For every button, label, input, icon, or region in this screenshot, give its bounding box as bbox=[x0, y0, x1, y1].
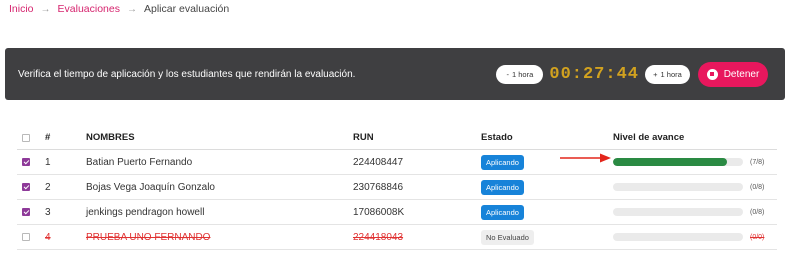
status-badge: No Evaluado bbox=[481, 229, 534, 245]
minus-icon: - bbox=[506, 69, 509, 79]
row-checkbox[interactable] bbox=[22, 158, 30, 166]
banner-instructions: Verifica el tiempo de aplicación y los e… bbox=[18, 68, 356, 80]
row-checkbox[interactable] bbox=[22, 183, 30, 191]
time-control-banner: Verifica el tiempo de aplicación y los e… bbox=[5, 48, 785, 100]
table-row: 2 Bojas Vega Joaquín Gonzalo 230768846 A… bbox=[17, 175, 777, 200]
student-run: 230768846 bbox=[353, 181, 404, 193]
header-number: # bbox=[45, 132, 51, 143]
progress-bar bbox=[613, 183, 743, 191]
breadcrumb-evaluaciones[interactable]: Evaluaciones bbox=[58, 3, 120, 15]
minus-hour-label: 1 hora bbox=[511, 69, 534, 79]
plus-hour-button[interactable]: + 1 hora bbox=[645, 64, 690, 84]
row-number: 4 bbox=[45, 231, 51, 243]
plus-hour-label: 1 hora bbox=[660, 69, 682, 79]
select-all-checkbox[interactable] bbox=[22, 133, 30, 142]
row-checkbox[interactable] bbox=[22, 233, 30, 241]
progress-bar bbox=[613, 208, 743, 216]
header-run: RUN bbox=[353, 132, 374, 143]
student-run: 224418043 bbox=[353, 231, 404, 243]
student-name: jenkings pendragon howell bbox=[86, 206, 205, 218]
progress-bar bbox=[613, 233, 743, 241]
plus-icon: + bbox=[653, 69, 658, 79]
status-badge: Aplicando bbox=[481, 154, 524, 170]
annotation-arrow-icon bbox=[560, 153, 611, 163]
table-row: 3 jenkings pendragon howell 17086008K Ap… bbox=[17, 200, 777, 225]
progress-label: (0/8) bbox=[750, 183, 765, 191]
breadcrumb: Inicio → Evaluaciones → Aplicar evaluaci… bbox=[9, 3, 229, 15]
student-run: 17086008K bbox=[353, 206, 405, 218]
row-checkbox[interactable] bbox=[22, 208, 30, 216]
progress-label: (7/8) bbox=[750, 158, 765, 166]
breadcrumb-current: Aplicar evaluación bbox=[143, 3, 230, 15]
row-number: 1 bbox=[45, 156, 51, 168]
stop-button[interactable]: Detener bbox=[698, 61, 768, 87]
table-row: 1 Batian Puerto Fernando 224408447 Aplic… bbox=[17, 150, 777, 175]
student-name: Bojas Vega Joaquín Gonzalo bbox=[86, 181, 215, 193]
status-badge: Aplicando bbox=[481, 204, 524, 220]
header-status: Estado bbox=[481, 132, 513, 143]
breadcrumb-separator-icon: → bbox=[40, 3, 51, 15]
progress-bar bbox=[613, 158, 743, 166]
breadcrumb-inicio[interactable]: Inicio bbox=[9, 3, 34, 15]
minus-hour-button[interactable]: - 1 hora bbox=[496, 64, 544, 84]
row-number: 3 bbox=[45, 206, 51, 218]
header-names: NOMBRES bbox=[86, 132, 135, 143]
row-number: 2 bbox=[45, 181, 51, 193]
students-table: # NOMBRES RUN Estado Nivel de avance 1 B… bbox=[17, 126, 777, 250]
table-header: # NOMBRES RUN Estado Nivel de avance bbox=[17, 126, 777, 150]
student-name: Batian Puerto Fernando bbox=[86, 156, 193, 168]
countdown-timer: 00:27:44 bbox=[549, 64, 639, 84]
progress-label: (0/0) bbox=[750, 233, 765, 241]
breadcrumb-separator-icon: → bbox=[126, 3, 137, 15]
student-name: PRUEBA UNO FERNANDO bbox=[86, 231, 211, 243]
student-run: 224408447 bbox=[353, 156, 404, 168]
stop-label: Detener bbox=[723, 68, 760, 80]
progress-bar-fill bbox=[613, 158, 727, 166]
header-progress: Nivel de avance bbox=[613, 132, 685, 143]
progress-label: (0/8) bbox=[750, 208, 765, 216]
table-row: 4 PRUEBA UNO FERNANDO 224418043 No Evalu… bbox=[17, 225, 777, 250]
status-badge: Aplicando bbox=[481, 179, 524, 195]
stop-icon bbox=[706, 68, 718, 80]
